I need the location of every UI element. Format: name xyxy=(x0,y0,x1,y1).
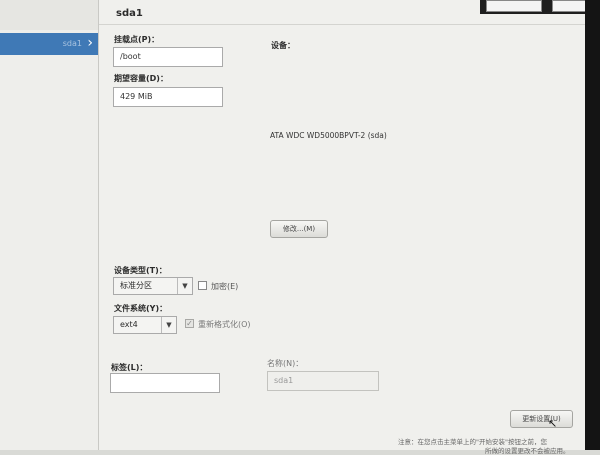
chevron-down-icon: ▼ xyxy=(177,278,192,294)
filesystem-select[interactable]: ext4 ▼ xyxy=(113,316,177,334)
top-bar xyxy=(480,0,586,14)
filesystem-value: ext4 xyxy=(120,320,138,329)
reformat-checkbox[interactable]: ✓ xyxy=(185,319,194,328)
check-icon: ✓ xyxy=(186,319,193,328)
capacity-label: 期望容量(D)： xyxy=(114,74,168,83)
partition-item-label: sda1 xyxy=(62,39,82,48)
partition-list-panel: sda1 › xyxy=(0,0,99,450)
note-text-line2: 所做的设置更改不会被应用。 xyxy=(485,447,570,455)
tag-input[interactable] xyxy=(110,373,220,393)
device-name: ATA WDC WD5000BPVT-2 (sda) xyxy=(270,131,387,140)
name-label: 名称(N)： xyxy=(267,359,304,368)
devices-label: 设备： xyxy=(271,41,295,50)
screen-bezel xyxy=(585,0,600,450)
chevron-right-icon: › xyxy=(87,35,93,51)
help-button[interactable] xyxy=(552,0,586,12)
name-input: sda1 xyxy=(267,371,379,391)
reformat-label: 重新格式化(O) xyxy=(198,320,251,329)
mouse-cursor-icon: ↖ xyxy=(548,417,558,430)
partition-title: sda1 xyxy=(116,8,143,19)
partition-item-selected[interactable]: sda1 › xyxy=(0,33,98,55)
filesystem-label: 文件系统(Y)： xyxy=(114,304,168,313)
capacity-input[interactable]: 429 MiB xyxy=(113,87,223,107)
mount-point-input[interactable]: /boot xyxy=(113,47,223,67)
partition-list-header xyxy=(0,0,98,30)
mount-point-label: 挂载点(P)： xyxy=(114,35,160,44)
chevron-down-icon: ▼ xyxy=(161,317,176,333)
keyboard-indicator[interactable] xyxy=(486,0,542,12)
update-settings-button[interactable]: 更新设置(U) xyxy=(510,410,573,428)
encrypt-checkbox[interactable] xyxy=(198,281,207,290)
device-type-label: 设备类型(T)： xyxy=(114,266,167,275)
header-divider xyxy=(99,24,585,25)
encrypt-label: 加密(E) xyxy=(211,282,239,291)
modify-button[interactable]: 修改...(M) xyxy=(270,220,328,238)
tag-label: 标签(L)： xyxy=(111,363,148,372)
device-type-select[interactable]: 标准分区 ▼ xyxy=(113,277,193,295)
device-type-value: 标准分区 xyxy=(120,281,152,290)
